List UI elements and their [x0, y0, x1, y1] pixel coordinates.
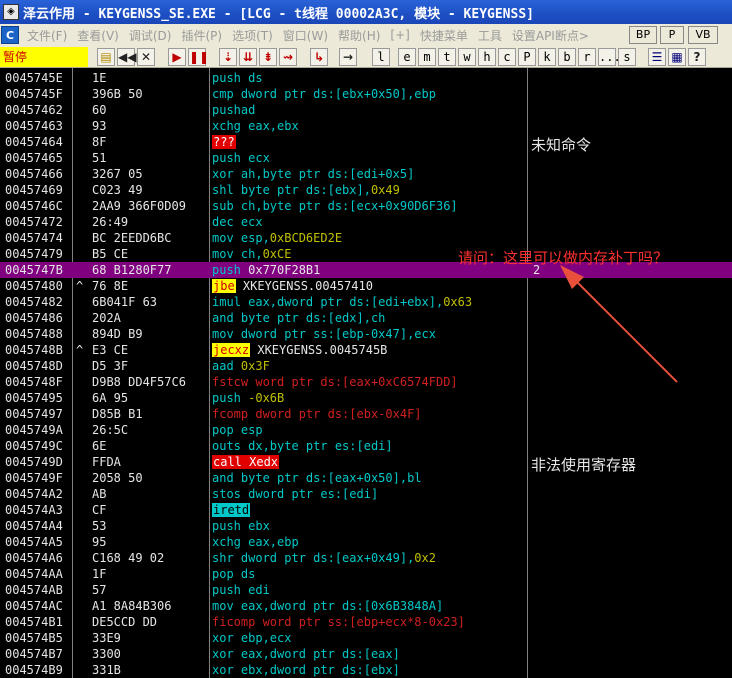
arrow-shaft [571, 276, 678, 383]
annotation-arrow [560, 265, 678, 383]
